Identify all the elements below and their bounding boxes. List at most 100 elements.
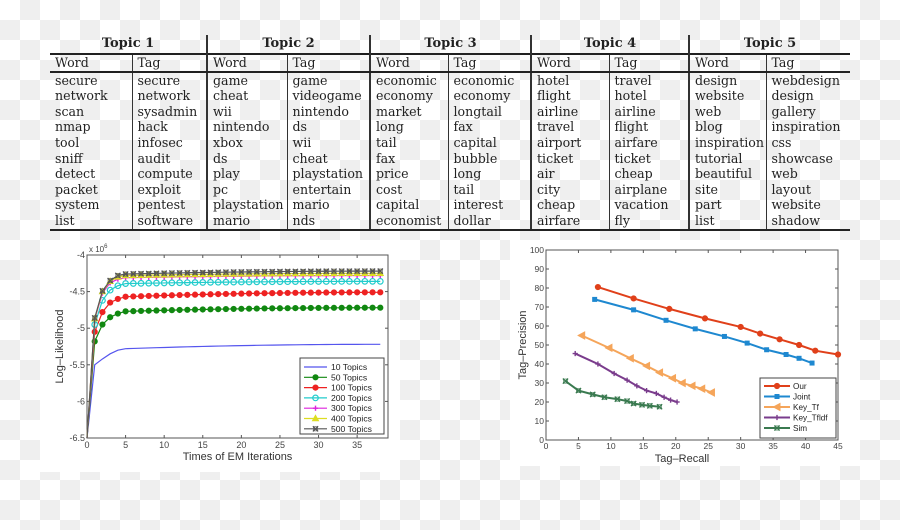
data-point [315,304,322,312]
word-cell: airport [530,134,609,151]
data-point [701,315,709,322]
data-point [757,330,764,337]
data-point [184,291,191,298]
data-point [323,304,330,311]
tag-cell: dollar [447,212,531,231]
tag-cell: interest [447,197,531,213]
word-cell: mario [206,212,287,231]
word-cell: capital [369,197,448,213]
data-point [238,305,245,312]
legend-label: Joint [793,393,811,402]
y-tick-label: -5.5 [69,360,85,370]
data-point [284,289,291,297]
word-cell: cost [369,181,448,198]
y-tick-label: 30 [535,378,545,388]
word-cell: ds [206,150,287,167]
data-point [330,304,338,311]
data-point [300,289,307,296]
data-point [776,336,783,343]
data-point [207,306,214,313]
y-tick-label: 50 [535,340,545,350]
word-cell: detect [55,166,96,182]
data-point [346,304,353,311]
table-row: packet exploit pc entertain cost tail city airp… [50,181,850,198]
precision-recall-chart: 0 5 10 15 20 25 30 35 40 45 0 10 20 30 40 50 60 70 80 90 100… [510,240,860,466]
data-point [575,387,582,394]
tag-cell: airplane [608,181,689,198]
tag-cell: layout [765,181,850,198]
y-tick-label: 100 [530,245,544,255]
data-point [631,307,637,313]
data-point [215,306,222,313]
data-point [122,293,129,300]
word-cell: blog [688,119,766,135]
tag-cell: game [286,71,370,89]
tag-cell: airfare [608,134,689,151]
tag-cell: css [765,134,850,151]
y-axis-label: Log–Likelihood [54,309,66,383]
data-point [276,305,284,312]
table-row: detect compute play playstation price long air… [50,166,850,182]
data-point [377,289,384,296]
tag-cell: capital [447,134,531,151]
data-point [315,289,322,296]
data-point [261,290,268,297]
data-point [153,270,160,277]
data-point [594,283,602,291]
x-tick-label: 35 [352,440,362,450]
data-point [737,323,744,331]
word-cell: network [55,88,108,104]
table-row: scan sysadmin wii nintendo market longtail air… [50,103,850,120]
tag-cell: secure [131,71,207,89]
data-point [253,290,260,297]
data-point [91,314,98,322]
data-point [122,308,129,315]
tag-cell: travel [608,71,689,89]
data-point [638,401,646,408]
y-tick-label: 0 [539,435,544,445]
word-cell: scan [55,103,85,119]
tag-cell: cheap [608,166,689,182]
data-point [114,295,121,303]
y-axis-label: Tag–Precision [517,310,529,379]
legend: 10 Topics50 Topics100 Topics200 Topics30… [299,357,385,435]
data-point [377,304,384,311]
data-point [269,268,276,275]
table-body: secure secure game game economic economic hote… [50,71,850,231]
tag-cell: design [765,88,850,104]
tag-cell: airline [608,103,689,120]
data-point [834,351,842,358]
x-tick-label: 35 [768,441,778,451]
data-point [168,292,175,299]
x-tick-label: 30 [314,440,324,450]
tag-cell: longtail [447,103,531,120]
tag-cell: gallery [765,103,850,120]
legend-marker [312,374,319,381]
topic-table-container: Topic 1 Topic 2 Topic 3 Topic 4 Topic 5 Word… [50,35,850,231]
data-point [812,347,819,354]
y-multiplier-label: x 106 [89,244,108,254]
word-cell: tutorial [688,150,766,167]
y-tick-label: -6 [77,396,85,406]
data-point [207,291,214,298]
data-point [338,304,345,311]
data-point [369,268,376,275]
data-point [666,305,673,313]
word-cell: cheap [530,197,609,213]
x-tick-label: 5 [123,440,128,450]
topic-title: Topic 5 [688,35,850,54]
word-column-header: Word [688,53,766,73]
table-row: network network cheat videogame economy econo… [50,88,850,104]
data-point [199,291,206,298]
data-point [330,289,338,296]
tag-cell: webdesign [765,71,850,89]
legend-label: 300 Topics [331,403,372,413]
tag-cell: web [765,166,850,182]
tag-cell: economic [447,71,531,89]
legend: Our JointKey_Tf Key_TfldfSim [759,377,837,439]
data-point [99,321,106,328]
legend-marker [773,424,781,432]
data-point [230,269,237,276]
data-point [153,292,160,299]
tag-cell: entertain [286,181,370,198]
